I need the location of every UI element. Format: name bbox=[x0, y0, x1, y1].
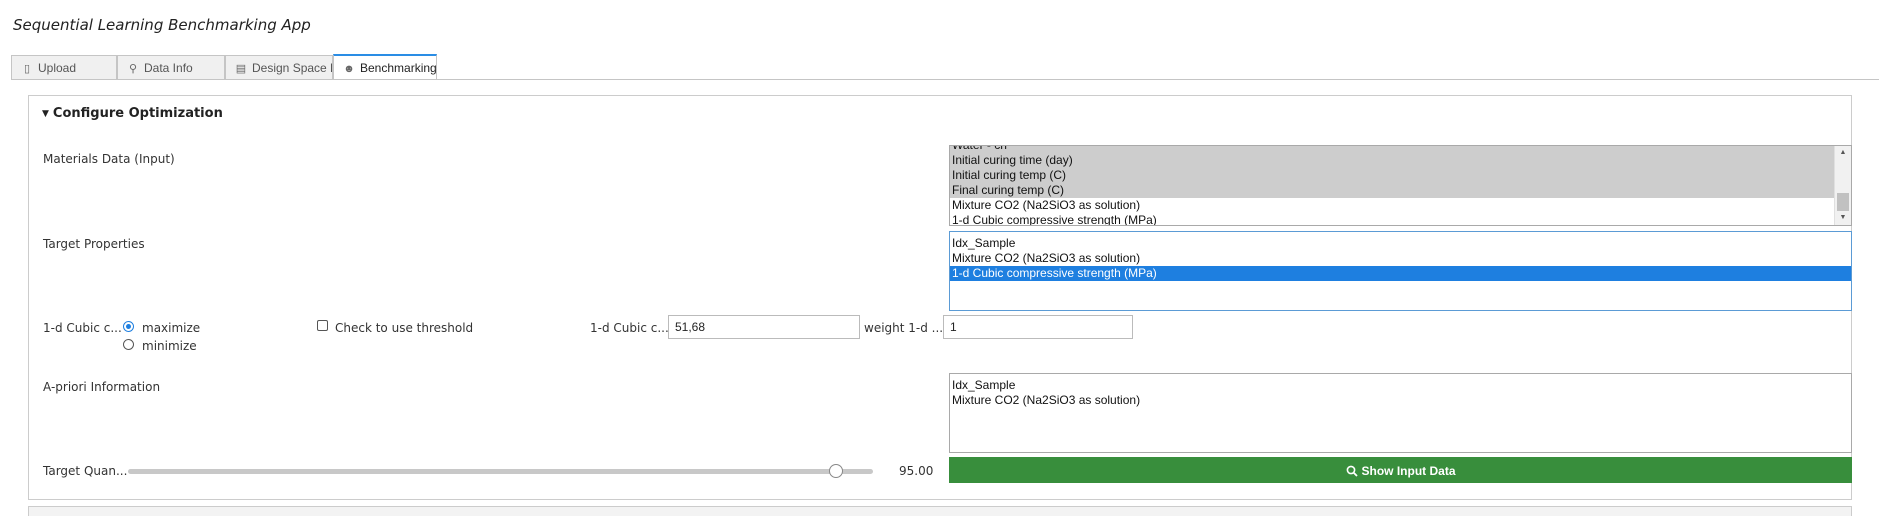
threshold-input[interactable] bbox=[668, 315, 860, 339]
weight-label: weight 1-d ... bbox=[864, 321, 944, 335]
target-label: Target Properties bbox=[43, 237, 145, 251]
materials-option[interactable]: Initial curing temp (C) bbox=[950, 168, 1835, 183]
robot-icon: ☻ bbox=[343, 63, 355, 75]
tab-divider bbox=[11, 79, 1879, 80]
materials-option[interactable]: Mixture CO2 (Na2SiO3 as solution) bbox=[950, 198, 1851, 213]
target-option[interactable]: 1-d Cubic compressive strength (MPa) bbox=[950, 266, 1851, 281]
listbox-scrollbar[interactable]: ▲ ▼ bbox=[1834, 146, 1851, 225]
materials-option[interactable]: Initial curing time (day) bbox=[950, 153, 1835, 168]
materials-option[interactable]: Final curing temp (C) bbox=[950, 183, 1835, 198]
tab-design-space[interactable]: ▤ Design Space Ex bbox=[225, 55, 333, 79]
search-icon: ⚲ bbox=[128, 63, 138, 75]
quantile-value: 95.00 bbox=[899, 464, 934, 478]
tab-label: Benchmarking bbox=[360, 61, 437, 75]
tab-label: Upload bbox=[38, 61, 77, 75]
materials-option[interactable]: 1-d Cubic compressive strength (MPa) bbox=[950, 213, 1851, 225]
app-title: Sequential Learning Benchmarking App bbox=[13, 16, 311, 34]
scroll-up-icon[interactable]: ▲ bbox=[1835, 146, 1851, 160]
apriori-option[interactable]: Idx_Sample bbox=[950, 378, 1851, 393]
tab-benchmarking[interactable]: ☻ Benchmarking bbox=[333, 54, 437, 80]
tab-label: Design Space Ex bbox=[252, 61, 332, 75]
section-title: Configure Optimization bbox=[52, 106, 223, 121]
target-row-label: 1-d Cubic c... bbox=[43, 321, 122, 335]
next-section-header bbox=[28, 506, 1852, 516]
materials-option[interactable]: Water - ch bbox=[950, 146, 1835, 153]
search-icon bbox=[1346, 465, 1358, 477]
minimize-radio[interactable] bbox=[123, 339, 134, 350]
apriori-listbox[interactable]: Idx_Sample Mixture CO2 (Na2SiO3 as solut… bbox=[949, 373, 1852, 453]
quantile-label: Target Quan... bbox=[43, 464, 128, 478]
materials-label: Materials Data (Input) bbox=[43, 152, 175, 166]
target-listbox[interactable]: Idx_Sample Mixture CO2 (Na2SiO3 as solut… bbox=[949, 231, 1852, 311]
threshold-checkbox[interactable] bbox=[317, 320, 328, 331]
caret-down-icon: ▼ bbox=[42, 109, 49, 119]
upload-icon: ▯ bbox=[23, 63, 31, 75]
maximize-radio[interactable] bbox=[123, 321, 134, 332]
apriori-label: A-priori Information bbox=[43, 380, 161, 394]
show-input-data-button[interactable]: Show Input Data bbox=[949, 457, 1852, 483]
maximize-label[interactable]: maximize bbox=[142, 321, 200, 335]
tab-label: Data Info bbox=[144, 61, 193, 75]
scroll-down-icon[interactable]: ▼ bbox=[1835, 211, 1851, 225]
tab-data-info[interactable]: ⚲ Data Info bbox=[117, 55, 225, 79]
target-option[interactable]: Idx_Sample bbox=[950, 236, 1851, 251]
apriori-option[interactable]: Mixture CO2 (Na2SiO3 as solution) bbox=[950, 393, 1851, 408]
show-button-label: Show Input Data bbox=[1361, 464, 1456, 478]
section-toggle[interactable]: ▼ Configure Optimization bbox=[42, 106, 223, 121]
minimize-label[interactable]: minimize bbox=[142, 339, 197, 353]
scroll-thumb[interactable] bbox=[1837, 193, 1849, 211]
weight-input[interactable] bbox=[943, 315, 1133, 339]
quantile-slider-handle[interactable] bbox=[828, 464, 843, 478]
threshold-field-label: 1-d Cubic c... bbox=[590, 321, 669, 335]
quantile-slider-track[interactable] bbox=[128, 469, 873, 474]
chart-icon: ▤ bbox=[235, 63, 247, 75]
target-option[interactable]: Mixture CO2 (Na2SiO3 as solution) bbox=[950, 251, 1851, 266]
threshold-label[interactable]: Check to use threshold bbox=[335, 321, 473, 335]
tab-upload[interactable]: ▯ Upload bbox=[11, 55, 117, 79]
materials-listbox[interactable]: Water - ch Initial curing time (day) Ini… bbox=[949, 145, 1852, 226]
